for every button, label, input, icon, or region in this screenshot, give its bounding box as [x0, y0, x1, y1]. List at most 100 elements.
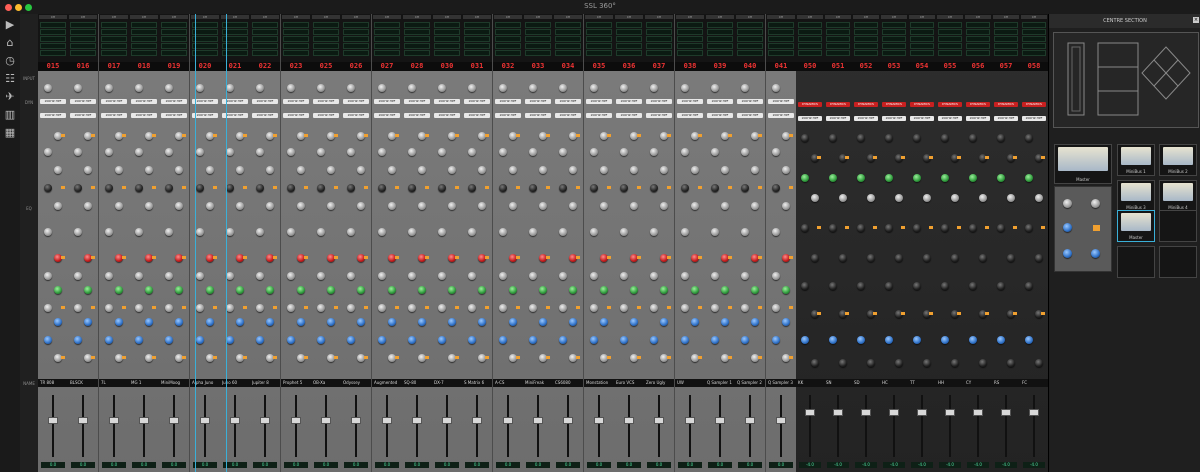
- knob[interactable]: [408, 336, 416, 344]
- fader-cap[interactable]: [351, 417, 361, 424]
- knob[interactable]: [711, 148, 719, 156]
- knob[interactable]: [357, 166, 365, 174]
- toggle-button[interactable]: [901, 312, 905, 315]
- knob[interactable]: [266, 286, 274, 294]
- toggle-button[interactable]: [637, 256, 641, 259]
- knob[interactable]: [741, 272, 749, 280]
- toggle-button[interactable]: [516, 186, 520, 189]
- filter-chip[interactable]: 200HZ HPF: [994, 116, 1018, 121]
- knob[interactable]: [620, 336, 628, 344]
- knob[interactable]: [660, 166, 668, 174]
- toggle-button[interactable]: [182, 356, 186, 359]
- knob[interactable]: [997, 282, 1005, 290]
- channel-name[interactable]: BLSCK: [70, 379, 97, 387]
- knob[interactable]: [782, 286, 790, 294]
- toggle-button[interactable]: [607, 186, 611, 189]
- knob[interactable]: [829, 336, 837, 344]
- empty-slot-1[interactable]: [1159, 210, 1197, 242]
- channel-name[interactable]: KK: [798, 379, 823, 387]
- knob[interactable]: [115, 166, 123, 174]
- knob[interactable]: [620, 84, 628, 92]
- knob[interactable]: [941, 134, 949, 142]
- channel-name[interactable]: Prophet 5: [283, 379, 310, 387]
- knob[interactable]: [721, 166, 729, 174]
- knob[interactable]: [801, 174, 809, 182]
- toggle-button[interactable]: [122, 356, 126, 359]
- knob[interactable]: [1025, 224, 1033, 232]
- knob[interactable]: [236, 318, 244, 326]
- knob[interactable]: [681, 228, 689, 236]
- knob[interactable]: [895, 194, 903, 202]
- knob[interactable]: [206, 166, 214, 174]
- dynamics-chip[interactable]: DYNAMICS: [966, 102, 990, 107]
- filter-chip[interactable]: 200HZ HPF: [910, 116, 934, 121]
- dynamics-chip[interactable]: DYNAMICS: [798, 102, 822, 107]
- knob[interactable]: [256, 184, 264, 192]
- knob[interactable]: [105, 304, 113, 312]
- toggle-button[interactable]: [985, 312, 989, 315]
- channel-name[interactable]: Euro VCS: [616, 379, 643, 387]
- knob[interactable]: [408, 272, 416, 280]
- toggle-button[interactable]: [304, 134, 308, 137]
- knob[interactable]: [165, 184, 173, 192]
- toggle-button[interactable]: [516, 356, 520, 359]
- filter-chip[interactable]: 200HZ HPF: [616, 113, 642, 118]
- toggle-button[interactable]: [817, 226, 821, 229]
- play-icon[interactable]: ▶: [3, 18, 17, 32]
- knob[interactable]: [741, 228, 749, 236]
- knob[interactable]: [782, 202, 790, 210]
- filter-chip[interactable]: 200HZ HPF: [283, 99, 309, 104]
- filter-chip[interactable]: 200HZ HPF: [525, 113, 551, 118]
- knob[interactable]: [54, 286, 62, 294]
- knob[interactable]: [660, 318, 668, 326]
- master-knob-4[interactable]: [1063, 249, 1072, 258]
- knob[interactable]: [388, 202, 396, 210]
- knob[interactable]: [839, 254, 847, 262]
- knob[interactable]: [620, 184, 628, 192]
- minibus-2[interactable]: MiniBus 2: [1159, 144, 1197, 176]
- knob[interactable]: [1007, 254, 1015, 262]
- toggle-button[interactable]: [395, 356, 399, 359]
- knob[interactable]: [559, 148, 567, 156]
- toggle-button[interactable]: [728, 186, 732, 189]
- knob[interactable]: [691, 318, 699, 326]
- knob[interactable]: [867, 194, 875, 202]
- knob[interactable]: [84, 318, 92, 326]
- fader-cap[interactable]: [533, 417, 543, 424]
- knob[interactable]: [44, 84, 52, 92]
- knob[interactable]: [448, 286, 456, 294]
- fader-cap[interactable]: [472, 417, 482, 424]
- toggle-button[interactable]: [1013, 312, 1017, 315]
- toggle-button[interactable]: [273, 356, 277, 359]
- channel-name[interactable]: MiniMoog: [161, 379, 188, 387]
- knob[interactable]: [135, 336, 143, 344]
- knob[interactable]: [867, 254, 875, 262]
- toggle-button[interactable]: [273, 256, 277, 259]
- toggle-button[interactable]: [789, 256, 793, 259]
- knob[interactable]: [969, 282, 977, 290]
- knob[interactable]: [175, 202, 183, 210]
- toggle-button[interactable]: [873, 156, 877, 159]
- toggle-button[interactable]: [304, 306, 308, 309]
- toggle-button[interactable]: [516, 134, 520, 137]
- toggle-button[interactable]: [273, 306, 277, 309]
- knob[interactable]: [135, 272, 143, 280]
- filter-chip[interactable]: 200HZ HPF: [343, 99, 369, 104]
- toggle-button[interactable]: [364, 134, 368, 137]
- toggle-button[interactable]: [455, 186, 459, 189]
- knob[interactable]: [941, 174, 949, 182]
- filter-chip[interactable]: 200HZ HPF: [798, 116, 822, 121]
- knob[interactable]: [287, 304, 295, 312]
- toggle-button[interactable]: [395, 134, 399, 137]
- knob[interactable]: [997, 336, 1005, 344]
- knob[interactable]: [650, 148, 658, 156]
- knob[interactable]: [772, 148, 780, 156]
- toggle-button[interactable]: [91, 306, 95, 309]
- knob[interactable]: [590, 148, 598, 156]
- knob[interactable]: [135, 184, 143, 192]
- knob[interactable]: [509, 318, 517, 326]
- fader-cap[interactable]: [109, 417, 119, 424]
- toggle-button[interactable]: [957, 226, 961, 229]
- toggle-button[interactable]: [364, 356, 368, 359]
- toggle-button[interactable]: [576, 134, 580, 137]
